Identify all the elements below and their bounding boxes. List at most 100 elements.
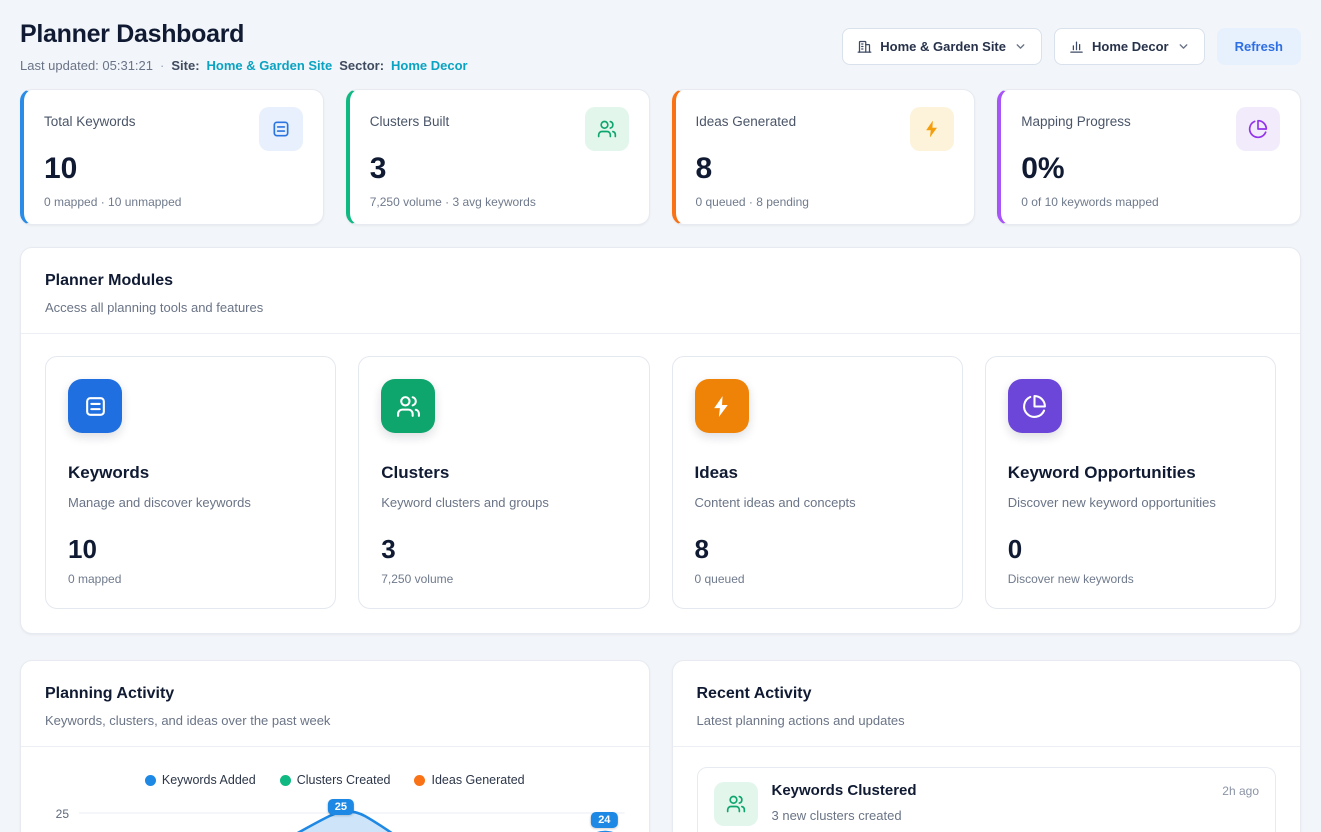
- divider: [21, 333, 1300, 334]
- stat-card-total-keywords: Total Keywords 10 0 mapped · 10 unmapped: [20, 89, 324, 225]
- users-icon: [585, 107, 629, 151]
- activity-timestamp: 2h ago: [1222, 782, 1259, 798]
- stat-card-ideas-generated: Ideas Generated 8 0 queued · 8 pending: [672, 89, 976, 225]
- module-detail: 0 queued: [695, 572, 940, 586]
- header: Planner Dashboard Last updated: 05:31:21…: [20, 20, 1301, 73]
- modules-subtitle: Access all planning tools and features: [45, 300, 1276, 315]
- planning-activity-title: Planning Activity: [45, 685, 625, 703]
- header-controls: Home & Garden Site Home Decor Refresh: [842, 28, 1301, 65]
- stat-card-clusters-built: Clusters Built 3 7,250 volume · 3 avg ke…: [346, 89, 650, 225]
- legend-dot-orange: [414, 775, 425, 786]
- legend-item-clusters-created: Clusters Created: [280, 773, 391, 787]
- module-value: 0: [1008, 534, 1253, 565]
- planning-activity-subtitle: Keywords, clusters, and ideas over the p…: [45, 713, 625, 728]
- stat-value: 10: [44, 152, 303, 186]
- module-description: Manage and discover keywords: [68, 495, 313, 510]
- building-icon: [857, 39, 872, 54]
- module-card-ideas[interactable]: Ideas Content ideas and concepts 8 0 que…: [672, 356, 963, 609]
- document-lines-icon: [259, 107, 303, 151]
- recent-activity-panel: Recent Activity Latest planning actions …: [672, 660, 1302, 832]
- site-label: Site:: [171, 58, 199, 73]
- module-description: Discover new keyword opportunities: [1008, 495, 1253, 510]
- activity-body: Keywords Clustered 3 new clusters create…: [772, 782, 1209, 823]
- stat-detail: 7,250 volume · 3 avg keywords: [370, 195, 629, 209]
- users-icon: [714, 782, 758, 826]
- y-axis-tick: 25: [45, 799, 79, 832]
- chevron-down-icon: [1014, 40, 1027, 53]
- stat-label: Ideas Generated: [696, 107, 797, 129]
- meta-separator: ·: [160, 58, 164, 73]
- pie-chart-icon: [1008, 379, 1062, 433]
- stat-label: Clusters Built: [370, 107, 450, 129]
- site-link[interactable]: Home & Garden Site: [207, 58, 333, 73]
- stat-card-mapping-progress: Mapping Progress 0% 0 of 10 keywords map…: [997, 89, 1301, 225]
- stat-value: 3: [370, 152, 629, 186]
- sector-label: Sector:: [339, 58, 384, 73]
- activity-item-keywords-clustered: Keywords Clustered 3 new clusters create…: [697, 767, 1277, 832]
- sector-selector-label: Home Decor: [1092, 39, 1169, 54]
- module-title: Keyword Opportunities: [1008, 463, 1253, 483]
- page-title: Planner Dashboard: [20, 20, 468, 49]
- module-value: 3: [381, 534, 626, 565]
- data-point-label: 25: [328, 799, 354, 815]
- header-left: Planner Dashboard Last updated: 05:31:21…: [20, 20, 468, 73]
- module-card-clusters[interactable]: Clusters Keyword clusters and groups 3 7…: [358, 356, 649, 609]
- module-detail: Discover new keywords: [1008, 572, 1253, 586]
- module-card-keyword-opportunities[interactable]: Keyword Opportunities Discover new keywo…: [985, 356, 1276, 609]
- bottom-row: Planning Activity Keywords, clusters, an…: [20, 660, 1301, 832]
- module-detail: 0 mapped: [68, 572, 313, 586]
- recent-activity-subtitle: Latest planning actions and updates: [697, 713, 1277, 728]
- legend-item-ideas-generated: Ideas Generated: [414, 773, 524, 787]
- activity-title: Keywords Clustered: [772, 782, 1209, 799]
- modules-grid: Keywords Manage and discover keywords 10…: [45, 356, 1276, 609]
- divider: [673, 746, 1301, 747]
- stat-detail: 0 mapped · 10 unmapped: [44, 195, 303, 209]
- modules-title: Planner Modules: [45, 272, 1276, 290]
- module-detail: 7,250 volume: [381, 572, 626, 586]
- document-lines-icon: [68, 379, 122, 433]
- module-value: 8: [695, 534, 940, 565]
- legend-dot-green: [280, 775, 291, 786]
- chevron-down-icon: [1177, 40, 1190, 53]
- stat-value: 8: [696, 152, 955, 186]
- legend-dot-blue: [145, 775, 156, 786]
- stat-label: Total Keywords: [44, 107, 136, 129]
- pie-chart-icon: [1236, 107, 1280, 151]
- legend-label: Ideas Generated: [431, 773, 524, 787]
- activity-description: 3 new clusters created: [772, 808, 1209, 823]
- bar-chart-icon: [1069, 39, 1084, 54]
- recent-activity-title: Recent Activity: [697, 685, 1277, 703]
- stat-value: 0%: [1021, 152, 1280, 186]
- sector-link[interactable]: Home Decor: [391, 58, 468, 73]
- module-title: Ideas: [695, 463, 940, 483]
- planning-activity-chart: 25 25 24: [45, 799, 625, 832]
- legend-label: Clusters Created: [297, 773, 391, 787]
- chart-plot-area: 25 24: [79, 799, 625, 832]
- site-selector-dropdown[interactable]: Home & Garden Site: [842, 28, 1042, 65]
- header-meta: Last updated: 05:31:21 · Site: Home & Ga…: [20, 58, 468, 73]
- users-icon: [381, 379, 435, 433]
- module-card-keywords[interactable]: Keywords Manage and discover keywords 10…: [45, 356, 336, 609]
- stat-detail: 0 of 10 keywords mapped: [1021, 195, 1280, 209]
- lightning-icon: [695, 379, 749, 433]
- stats-row: Total Keywords 10 0 mapped · 10 unmapped…: [20, 89, 1301, 225]
- sector-selector-dropdown[interactable]: Home Decor: [1054, 28, 1205, 65]
- refresh-button[interactable]: Refresh: [1217, 28, 1301, 65]
- data-point-label: 24: [591, 812, 617, 828]
- legend-label: Keywords Added: [162, 773, 256, 787]
- site-selector-label: Home & Garden Site: [880, 39, 1006, 54]
- module-title: Keywords: [68, 463, 313, 483]
- module-description: Keyword clusters and groups: [381, 495, 626, 510]
- module-title: Clusters: [381, 463, 626, 483]
- last-updated-text: Last updated: 05:31:21: [20, 58, 153, 73]
- module-value: 10: [68, 534, 313, 565]
- planning-activity-panel: Planning Activity Keywords, clusters, an…: [20, 660, 650, 832]
- planner-dashboard-page: Planner Dashboard Last updated: 05:31:21…: [0, 0, 1321, 832]
- lightning-icon: [910, 107, 954, 151]
- divider: [21, 746, 649, 747]
- legend-item-keywords-added: Keywords Added: [145, 773, 256, 787]
- planner-modules-panel: Planner Modules Access all planning tool…: [20, 247, 1301, 634]
- stat-label: Mapping Progress: [1021, 107, 1131, 129]
- stat-detail: 0 queued · 8 pending: [696, 195, 955, 209]
- chart-legend: Keywords Added Clusters Created Ideas Ge…: [45, 773, 625, 787]
